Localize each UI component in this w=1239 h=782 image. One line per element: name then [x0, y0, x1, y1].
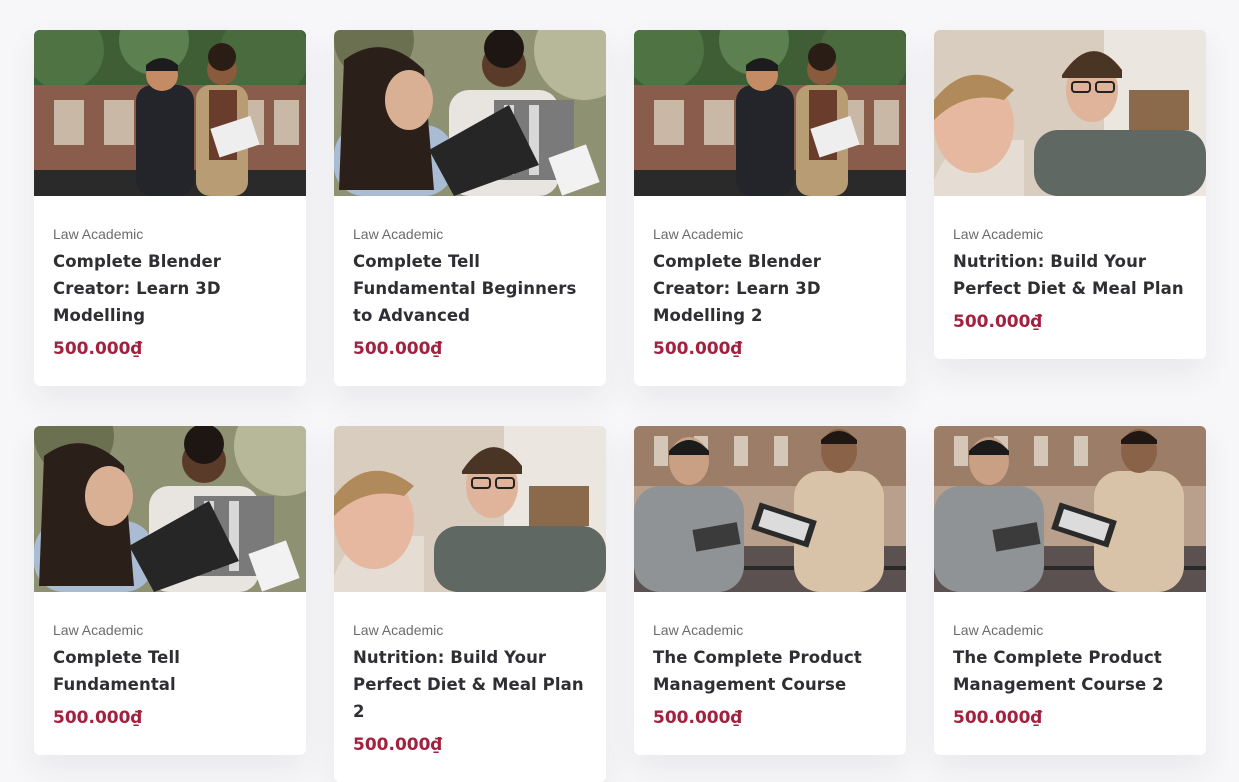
- course-title[interactable]: Complete Tell Fundamental Beginners to A…: [353, 248, 588, 329]
- course-card[interactable]: Law Academic Complete Tell Fundamental 5…: [34, 426, 306, 755]
- course-category: Law Academic: [653, 622, 744, 638]
- two-young-men-talking-image: [334, 426, 606, 592]
- course-thumbnail[interactable]: [634, 30, 906, 196]
- course-category: Law Academic: [53, 226, 144, 242]
- course-category: Law Academic: [953, 226, 1044, 242]
- course-title[interactable]: Complete Tell Fundamental: [53, 644, 288, 698]
- course-thumbnail[interactable]: [334, 426, 606, 592]
- two-men-with-tablet-image: [934, 426, 1206, 592]
- course-card[interactable]: Law Academic The Complete Product Manage…: [634, 426, 906, 755]
- course-thumbnail[interactable]: [334, 30, 606, 196]
- course-card-body: Law Academic Nutrition: Build Your Perfe…: [334, 592, 606, 782]
- course-price: 500.000₫: [53, 339, 143, 359]
- course-card-body: Law Academic The Complete Product Manage…: [634, 592, 906, 755]
- two-women-with-folder-image: [34, 426, 306, 592]
- course-card-body: Law Academic Nutrition: Build Your Perfe…: [934, 196, 1206, 359]
- course-category: Law Academic: [653, 226, 744, 242]
- course-card[interactable]: Law Academic Complete Blender Creator: L…: [34, 30, 306, 386]
- two-men-reading-document-image: [34, 30, 306, 196]
- course-price: 500.000₫: [953, 312, 1043, 332]
- course-price: 500.000₫: [353, 339, 443, 359]
- two-young-men-talking-image: [934, 30, 1206, 196]
- course-price: 500.000₫: [353, 735, 443, 755]
- course-card-body: Law Academic Complete Blender Creator: L…: [634, 196, 906, 386]
- course-card-body: Law Academic Complete Tell Fundamental 5…: [34, 592, 306, 755]
- two-women-with-folder-image: [334, 30, 606, 196]
- course-price: 500.000₫: [653, 708, 743, 728]
- course-category: Law Academic: [53, 622, 144, 638]
- course-card[interactable]: Law Academic The Complete Product Manage…: [934, 426, 1206, 755]
- two-men-reading-document-image: [634, 30, 906, 196]
- course-price: 500.000₫: [53, 708, 143, 728]
- course-thumbnail[interactable]: [34, 30, 306, 196]
- course-title[interactable]: The Complete Product Management Course 2: [953, 644, 1188, 698]
- course-card-body: Law Academic The Complete Product Manage…: [934, 592, 1206, 755]
- course-card[interactable]: Law Academic Complete Tell Fundamental B…: [334, 30, 606, 386]
- course-card[interactable]: Law Academic Nutrition: Build Your Perfe…: [334, 426, 606, 782]
- course-category: Law Academic: [353, 622, 444, 638]
- course-title[interactable]: Complete Blender Creator: Learn 3D Model…: [653, 248, 888, 329]
- course-thumbnail[interactable]: [634, 426, 906, 592]
- course-title[interactable]: Nutrition: Build Your Perfect Diet & Mea…: [953, 248, 1188, 302]
- course-card-body: Law Academic Complete Tell Fundamental B…: [334, 196, 606, 386]
- course-thumbnail[interactable]: [934, 426, 1206, 592]
- course-title[interactable]: Complete Blender Creator: Learn 3D Model…: [53, 248, 288, 329]
- course-grid: Law Academic Complete Blender Creator: L…: [34, 30, 1206, 782]
- course-category: Law Academic: [953, 622, 1044, 638]
- course-title[interactable]: The Complete Product Management Course: [653, 644, 888, 698]
- course-card-body: Law Academic Complete Blender Creator: L…: [34, 196, 306, 386]
- course-card[interactable]: Law Academic Nutrition: Build Your Perfe…: [934, 30, 1206, 359]
- course-thumbnail[interactable]: [934, 30, 1206, 196]
- course-category: Law Academic: [353, 226, 444, 242]
- course-price: 500.000₫: [653, 339, 743, 359]
- course-card[interactable]: Law Academic Complete Blender Creator: L…: [634, 30, 906, 386]
- course-price: 500.000₫: [953, 708, 1043, 728]
- two-men-with-tablet-image: [634, 426, 906, 592]
- course-title[interactable]: Nutrition: Build Your Perfect Diet & Mea…: [353, 644, 588, 725]
- course-thumbnail[interactable]: [34, 426, 306, 592]
